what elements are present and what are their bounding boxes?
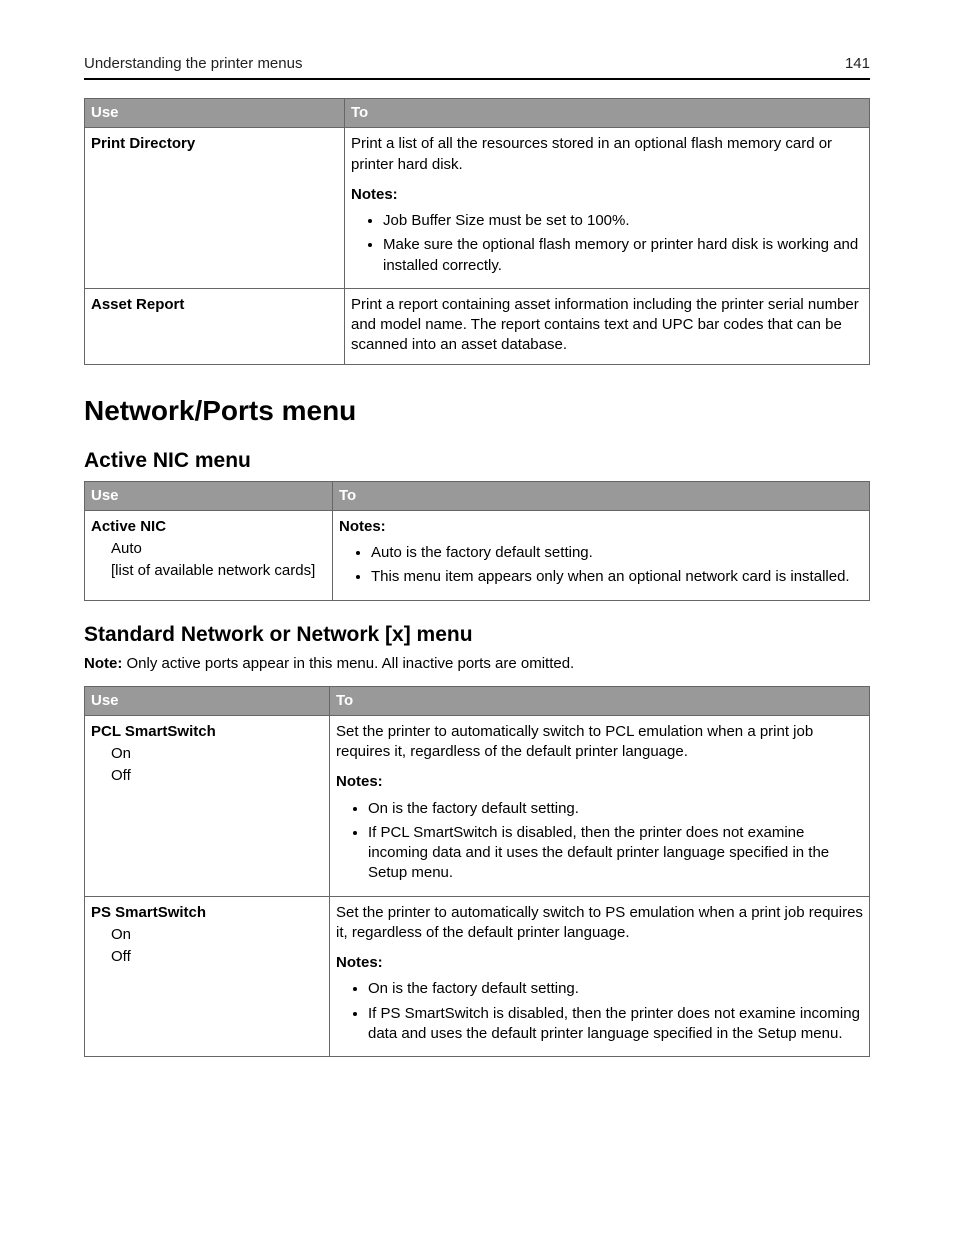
- row-option: Off: [91, 947, 323, 967]
- section-heading: Network/Ports menu: [84, 395, 870, 427]
- notes-label: Notes:: [351, 185, 863, 205]
- notes-list: Auto is the factory default setting. Thi…: [339, 543, 863, 588]
- note-line: Note: Only active ports appear in this m…: [84, 655, 870, 672]
- note-item: On is the factory default setting.: [368, 979, 863, 999]
- row-title: Asset Report: [91, 295, 338, 315]
- note-item: Auto is the factory default setting.: [371, 543, 863, 563]
- table-row: Asset Report Print a report containing a…: [85, 288, 870, 364]
- col-header-to: To: [345, 99, 870, 128]
- subsection-heading: Active NIC menu: [84, 449, 870, 473]
- col-header-use: Use: [85, 686, 330, 715]
- col-header-to: To: [333, 481, 870, 510]
- col-header-to: To: [330, 686, 870, 715]
- note-bold: Note:: [84, 655, 122, 672]
- row-option: Off: [91, 766, 323, 786]
- note-item: Make sure the optional flash memory or p…: [383, 235, 863, 276]
- document-page: Understanding the printer menus 141 Use …: [0, 0, 954, 1235]
- row-option: [list of available network cards]: [91, 561, 326, 581]
- col-header-use: Use: [85, 481, 333, 510]
- col-header-use: Use: [85, 99, 345, 128]
- reports-table: Use To Print Directory Print a list of a…: [84, 98, 870, 365]
- row-title: Active NIC: [91, 517, 326, 537]
- table-row: Active NIC Auto [list of available netwo…: [85, 510, 870, 600]
- table-row: PS SmartSwitch On Off Set the printer to…: [85, 896, 870, 1057]
- notes-label: Notes:: [339, 517, 863, 537]
- notes-list: On is the factory default setting. If PC…: [336, 799, 863, 884]
- row-title: PS SmartSwitch: [91, 903, 323, 923]
- note-item: On is the factory default setting.: [368, 799, 863, 819]
- row-description: Set the printer to automatically switch …: [336, 722, 863, 763]
- note-text: Only active ports appear in this menu. A…: [122, 655, 574, 672]
- row-description: Print a list of all the resources stored…: [351, 134, 863, 175]
- table-row: Print Directory Print a list of all the …: [85, 128, 870, 289]
- page-number: 141: [845, 55, 870, 72]
- page-header: Understanding the printer menus 141: [84, 55, 870, 80]
- subsection-heading: Standard Network or Network [x] menu: [84, 623, 870, 647]
- table-row: PCL SmartSwitch On Off Set the printer t…: [85, 715, 870, 896]
- notes-label: Notes:: [336, 953, 863, 973]
- row-title: Print Directory: [91, 134, 338, 154]
- row-description: Print a report containing asset informat…: [351, 295, 863, 356]
- note-item: If PCL SmartSwitch is disabled, then the…: [368, 823, 863, 884]
- note-item: This menu item appears only when an opti…: [371, 567, 863, 587]
- row-option: On: [91, 744, 323, 764]
- row-option: On: [91, 925, 323, 945]
- notes-list: On is the factory default setting. If PS…: [336, 979, 863, 1044]
- row-description: Set the printer to automatically switch …: [336, 903, 863, 944]
- row-title: PCL SmartSwitch: [91, 722, 323, 742]
- active-nic-table: Use To Active NIC Auto [list of availabl…: [84, 481, 870, 601]
- notes-label: Notes:: [336, 772, 863, 792]
- header-title: Understanding the printer menus: [84, 55, 302, 72]
- note-item: If PS SmartSwitch is disabled, then the …: [368, 1004, 863, 1045]
- standard-network-table: Use To PCL SmartSwitch On Off Set the pr…: [84, 686, 870, 1058]
- row-option: Auto: [91, 539, 326, 559]
- notes-list: Job Buffer Size must be set to 100%. Mak…: [351, 211, 863, 276]
- note-item: Job Buffer Size must be set to 100%.: [383, 211, 863, 231]
